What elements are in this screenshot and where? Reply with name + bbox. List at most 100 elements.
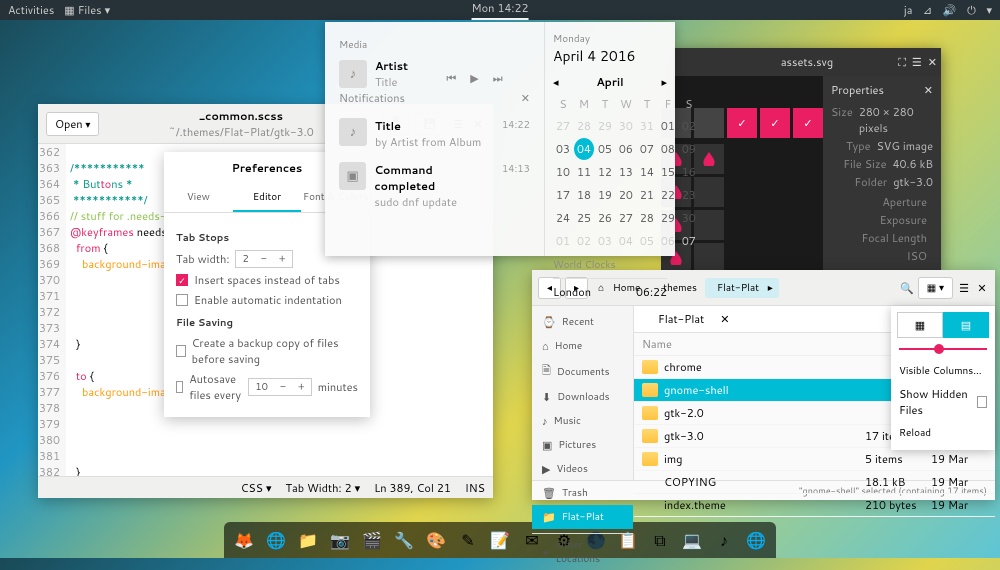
cal-day[interactable]: 07 — [637, 138, 657, 160]
power-icon[interactable]: ⏻ — [964, 3, 978, 17]
dock-app[interactable]: 📝 — [486, 526, 514, 554]
autosave-spinner[interactable]: 10−+ — [248, 378, 311, 396]
dock-app[interactable]: 🎨 — [422, 526, 450, 554]
notification-item[interactable]: ▣Command completedsudo dnf update14:13 — [339, 156, 530, 216]
hamburger-icon[interactable]: ☰ — [912, 54, 922, 70]
dock-app[interactable]: 🔧 — [390, 526, 418, 554]
cal-day[interactable]: 16 — [679, 161, 699, 183]
tab-view[interactable]: View — [164, 184, 233, 212]
cal-day[interactable]: 27 — [616, 207, 636, 229]
lang-selector[interactable]: CSS ▾ — [241, 480, 272, 496]
cal-day[interactable]: 10 — [553, 161, 573, 183]
cal-day[interactable]: 02 — [679, 115, 699, 137]
cal-day[interactable]: 03 — [595, 230, 615, 252]
media-prev-icon[interactable]: ⏮ — [446, 70, 456, 86]
view-list-icon[interactable]: ▦ — [897, 312, 943, 338]
sidebar-item-documents[interactable]: 🗎Documents — [532, 358, 633, 385]
sidebar-item-downloads[interactable]: ⬇Downloads — [532, 385, 633, 409]
cal-day[interactable]: 06 — [616, 138, 636, 160]
crumb-flatplat[interactable]: Flat-Plat — [711, 278, 765, 298]
cal-day[interactable]: 21 — [637, 184, 657, 206]
notification-item[interactable]: ♪Titleby Artist from Album14:22 — [339, 112, 530, 156]
cal-day[interactable]: 23 — [679, 184, 699, 206]
network-icon[interactable]: ⊿ — [920, 3, 934, 17]
cal-day[interactable]: 08 — [658, 138, 678, 160]
sidebar-item-trash[interactable]: 🗑Trash — [532, 481, 633, 505]
dock-app[interactable]: 🌐 — [742, 526, 770, 554]
cal-day[interactable]: 15 — [658, 161, 678, 183]
dock-app[interactable]: 📁 — [294, 526, 322, 554]
cal-day[interactable]: 30 — [616, 115, 636, 137]
sidebar-item-pictures[interactable]: ▣Pictures — [532, 433, 633, 457]
cal-day[interactable]: 03 — [553, 138, 573, 160]
cal-day[interactable]: 20 — [616, 184, 636, 206]
dock-app[interactable]: ✎ — [454, 526, 482, 554]
chk-hidden[interactable] — [977, 396, 987, 408]
dock-app[interactable]: 🎬 — [358, 526, 386, 554]
sidebar-item-flat-plat[interactable]: 📁Flat-Plat — [532, 505, 633, 529]
sidebar-other-locations[interactable]: +Other Locations — [532, 533, 633, 570]
cal-day[interactable]: 29 — [658, 207, 678, 229]
cal-day[interactable]: 04 — [616, 230, 636, 252]
lang-indicator[interactable]: ja — [904, 2, 913, 18]
cal-day[interactable]: 02 — [574, 230, 594, 252]
cal-day[interactable]: 24 — [553, 207, 573, 229]
hamburger-icon[interactable]: ☰ — [957, 281, 971, 295]
cal-day[interactable]: 18 — [574, 184, 594, 206]
media-play-icon[interactable]: ▶ — [470, 70, 478, 86]
clear-notifications-icon[interactable]: ✕ — [521, 90, 530, 106]
chk-backup[interactable] — [176, 345, 186, 357]
menu-hidden-files[interactable]: Show Hidden Files — [899, 386, 977, 418]
cal-day[interactable]: 27 — [553, 115, 573, 137]
volume-icon[interactable]: 🔊 — [942, 3, 956, 17]
cal-day[interactable]: 05 — [595, 138, 615, 160]
cal-day[interactable]: 13 — [616, 161, 636, 183]
dock-app[interactable]: ⧉ — [646, 526, 674, 554]
menu-visible-columns[interactable]: Visible Columns… — [897, 360, 989, 382]
appmenu-files[interactable]: ▦ Files ▾ — [64, 2, 110, 18]
close-icon[interactable]: ✕ — [975, 281, 989, 295]
cal-day[interactable]: 12 — [595, 161, 615, 183]
cal-day[interactable]: 26 — [595, 207, 615, 229]
cal-day[interactable]: 01 — [658, 115, 678, 137]
dock-app[interactable]: 🌐 — [262, 526, 290, 554]
system-menu-chevron[interactable]: ▾ — [986, 2, 992, 18]
sidebar-item-music[interactable]: ♪Music — [532, 409, 633, 433]
open-button[interactable]: Open ▾ — [46, 112, 99, 136]
cal-day[interactable]: 29 — [595, 115, 615, 137]
cal-day[interactable]: 09 — [679, 138, 699, 160]
activities-button[interactable]: Activities — [8, 2, 54, 18]
chk-spaces[interactable]: ✓ — [176, 274, 188, 286]
tab-editor[interactable]: Editor — [233, 184, 302, 212]
close-icon[interactable]: ✕ — [928, 54, 937, 70]
search-icon[interactable]: 🔍 — [900, 281, 914, 295]
file-row[interactable]: img5 items19 Mar — [634, 448, 995, 471]
cal-next-icon[interactable]: ▸ — [661, 74, 667, 90]
chk-autoindent[interactable] — [176, 294, 188, 306]
clock[interactable]: Mon 14:22 — [472, 0, 529, 20]
media-next-icon[interactable]: ⏭ — [493, 70, 503, 86]
file-row[interactable]: COPYING18.1 kB19 Mar — [634, 471, 995, 494]
cal-day[interactable]: 07 — [679, 230, 699, 252]
dock-app[interactable]: 📷 — [326, 526, 354, 554]
chk-autosave[interactable] — [176, 381, 183, 393]
tabwidth-spinner[interactable]: 2−+ — [235, 250, 292, 268]
cal-day[interactable]: 05 — [637, 230, 657, 252]
fullscreen-icon[interactable]: ⛶ — [898, 54, 906, 70]
view-grid-icon[interactable]: ▤ — [943, 312, 989, 338]
sidebar-item-home[interactable]: ⌂Home — [532, 334, 633, 358]
dock-app[interactable]: 💻 — [678, 526, 706, 554]
file-row[interactable]: index.theme210 bytes19 Mar — [634, 494, 995, 517]
cal-day[interactable]: 25 — [574, 207, 594, 229]
cal-day[interactable]: 30 — [679, 207, 699, 229]
cal-prev-icon[interactable]: ◂ — [553, 74, 559, 90]
cal-day[interactable]: 19 — [595, 184, 615, 206]
cal-day[interactable]: 01 — [553, 230, 573, 252]
cal-day[interactable]: 28 — [574, 115, 594, 137]
sidebar-item-videos[interactable]: ▶Videos — [532, 457, 633, 481]
props-close-icon[interactable]: ✕ — [924, 82, 933, 98]
cal-day[interactable]: 06 — [658, 230, 678, 252]
cal-day[interactable]: 28 — [637, 207, 657, 229]
sidebar-item-recent[interactable]: ⌚Recent — [532, 310, 633, 334]
dock-app[interactable]: ♪ — [710, 526, 738, 554]
